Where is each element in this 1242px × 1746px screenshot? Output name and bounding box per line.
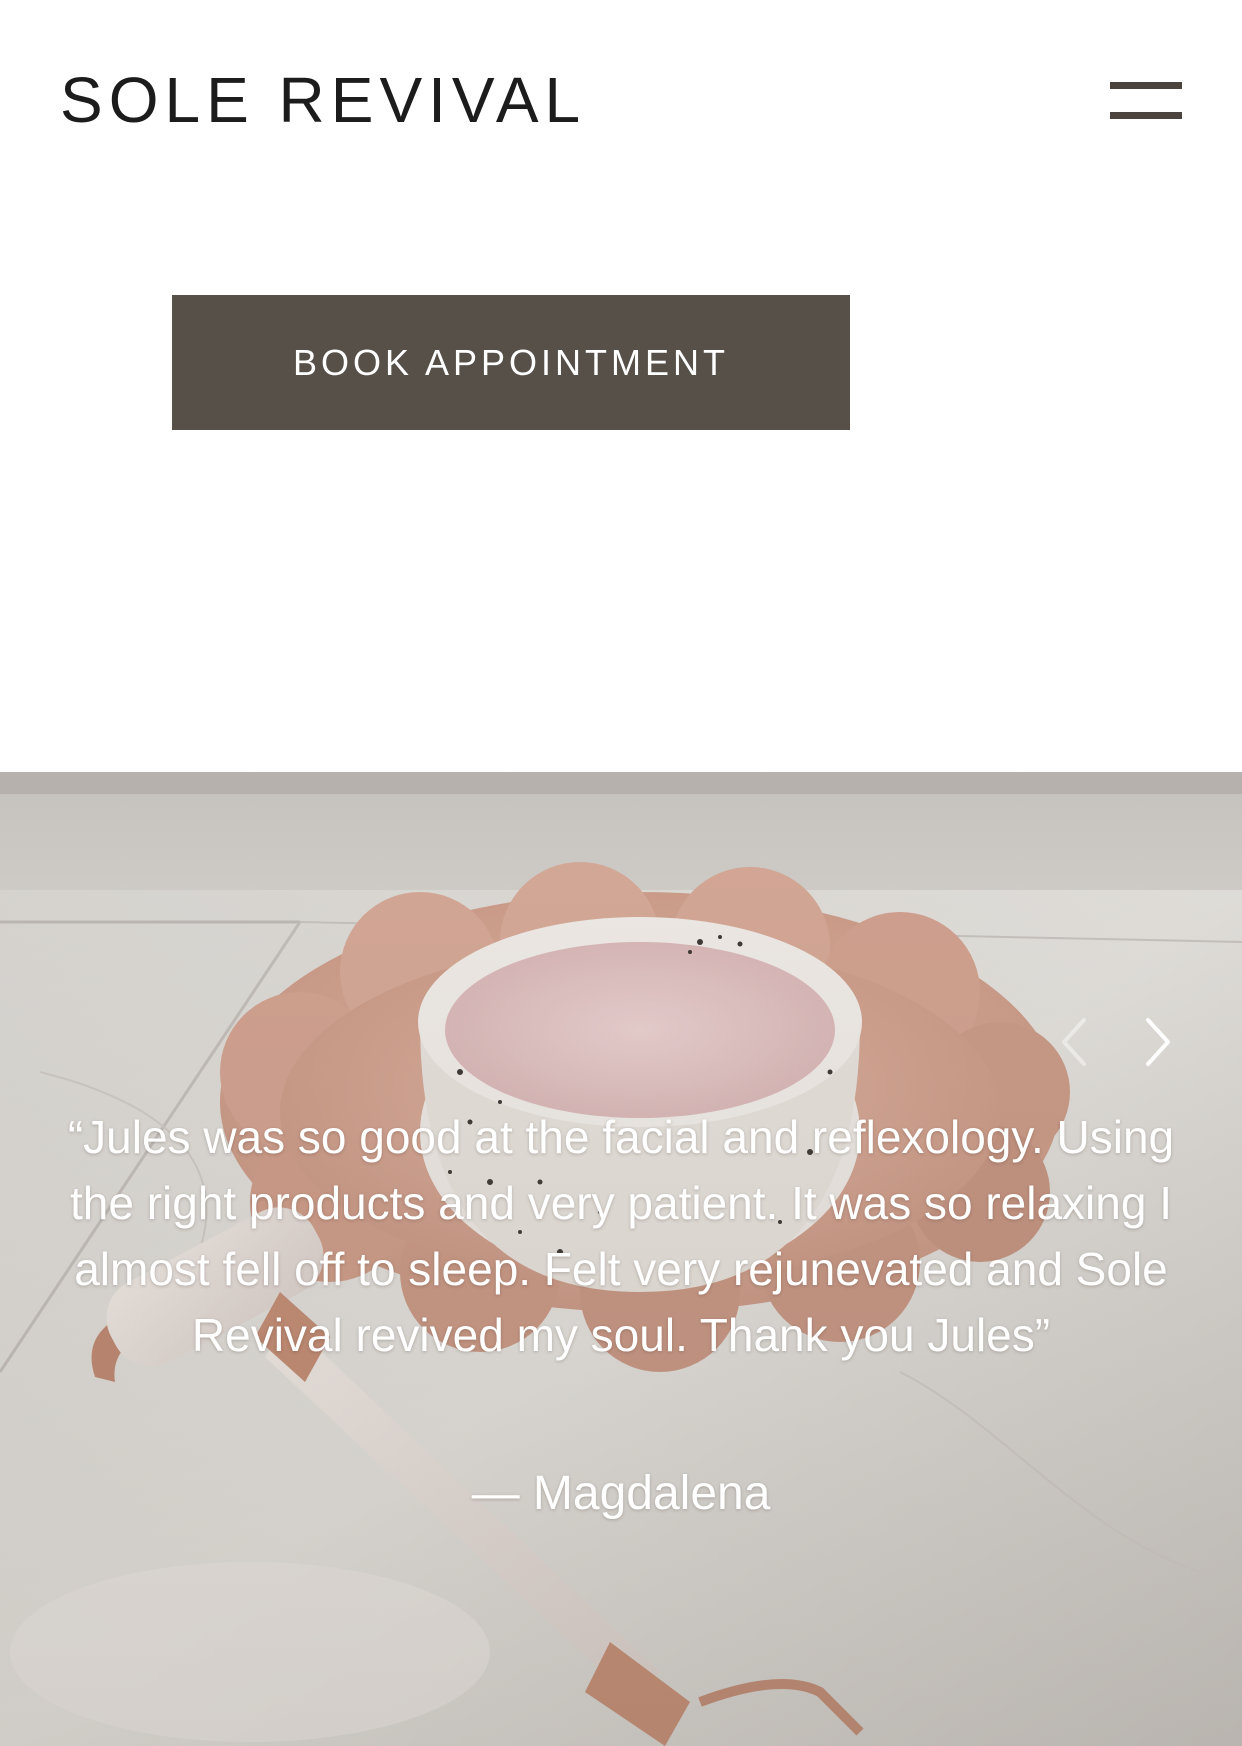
page: SOLE REVIVAL BOOK APPOINTMENT “Jules was… [0,0,1242,1746]
brand-logo[interactable]: SOLE REVIVAL [60,62,586,138]
testimonial-author: — Magdalena [471,1467,771,1520]
previous-testimonial-button[interactable] [1050,1012,1100,1072]
menu-button[interactable] [1106,78,1182,122]
next-testimonial-button[interactable] [1132,1012,1182,1072]
site-header: SOLE REVIVAL [0,0,1242,200]
testimonial-quote: “Jules was so good at the facial and ref… [67,1111,1175,1361]
chevron-right-icon [1146,1018,1170,1066]
testimonial-section: “Jules was so good at the facial and ref… [0,772,1242,1746]
book-appointment-button[interactable]: BOOK APPOINTMENT [172,295,850,430]
chevron-left-icon [1062,1018,1086,1066]
